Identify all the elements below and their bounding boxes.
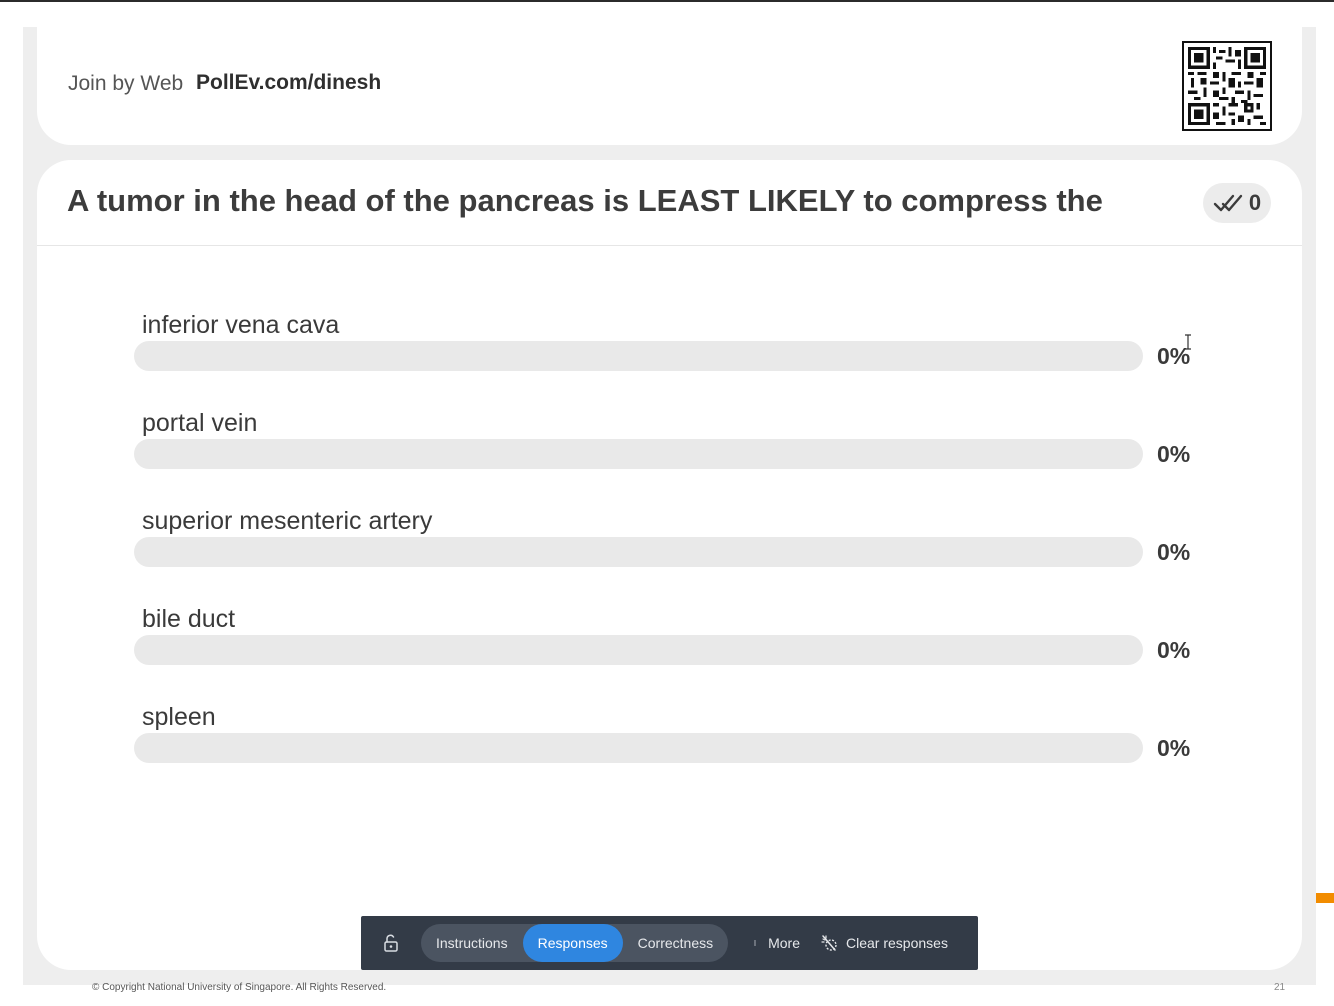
option-label: portal vein [142,409,258,437]
response-count: 0 [1248,190,1262,215]
poll-option: superior mesenteric artery 0% [134,507,1214,577]
option-bar [134,733,1143,763]
unlock-icon [384,934,398,952]
tab-responses[interactable]: Responses [522,924,623,962]
option-bar [134,537,1143,567]
tab-correctness[interactable]: Correctness [623,924,728,962]
option-percent: 0% [1157,637,1191,663]
option-bar [134,439,1143,469]
qr-code-icon [1182,41,1272,131]
clear-broom-icon [821,935,837,951]
vertical-dots-icon [754,940,756,946]
option-percent: 0% [1157,539,1191,565]
poll-question: A tumor in the head of the pancreas is L… [67,183,1103,218]
presenter-toolbar: Instructions Responses Correctness More … [361,916,978,970]
lock-responses-button[interactable] [371,923,411,963]
poll-option: spleen 0% [134,703,1214,773]
copyright-text: © Copyright National University of Singa… [92,982,387,993]
option-bar [134,635,1143,665]
poll-option: bile duct 0% [134,605,1214,675]
option-bar [134,341,1143,371]
clear-responses-button[interactable]: Clear responses [810,924,958,962]
clear-responses-label: Clear responses [846,935,948,951]
more-button[interactable]: More [744,924,810,962]
option-percent: 0% [1157,441,1191,467]
response-count-badge[interactable]: 0 [1203,183,1271,223]
page-number: 21 [1274,982,1286,993]
option-label: spleen [142,703,216,731]
join-url[interactable]: PollEv.com/dinesh [196,71,381,95]
join-label: Join by Web [68,72,184,95]
option-label: inferior vena cava [142,311,340,339]
text-cursor-icon [1185,334,1191,350]
more-label: More [768,935,801,951]
option-label: superior mesenteric artery [142,507,433,535]
orange-marker [1316,893,1334,903]
option-percent: 0% [1157,735,1191,761]
top-border [0,0,1334,2]
tab-instructions[interactable]: Instructions [421,924,523,962]
view-toggle-group: Instructions Responses Correctness [421,924,729,962]
option-label: bile duct [142,605,236,633]
double-check-icon [1213,194,1243,212]
poll-option: inferior vena cava 0% [134,311,1214,381]
poll-option: portal vein 0% [134,409,1214,479]
